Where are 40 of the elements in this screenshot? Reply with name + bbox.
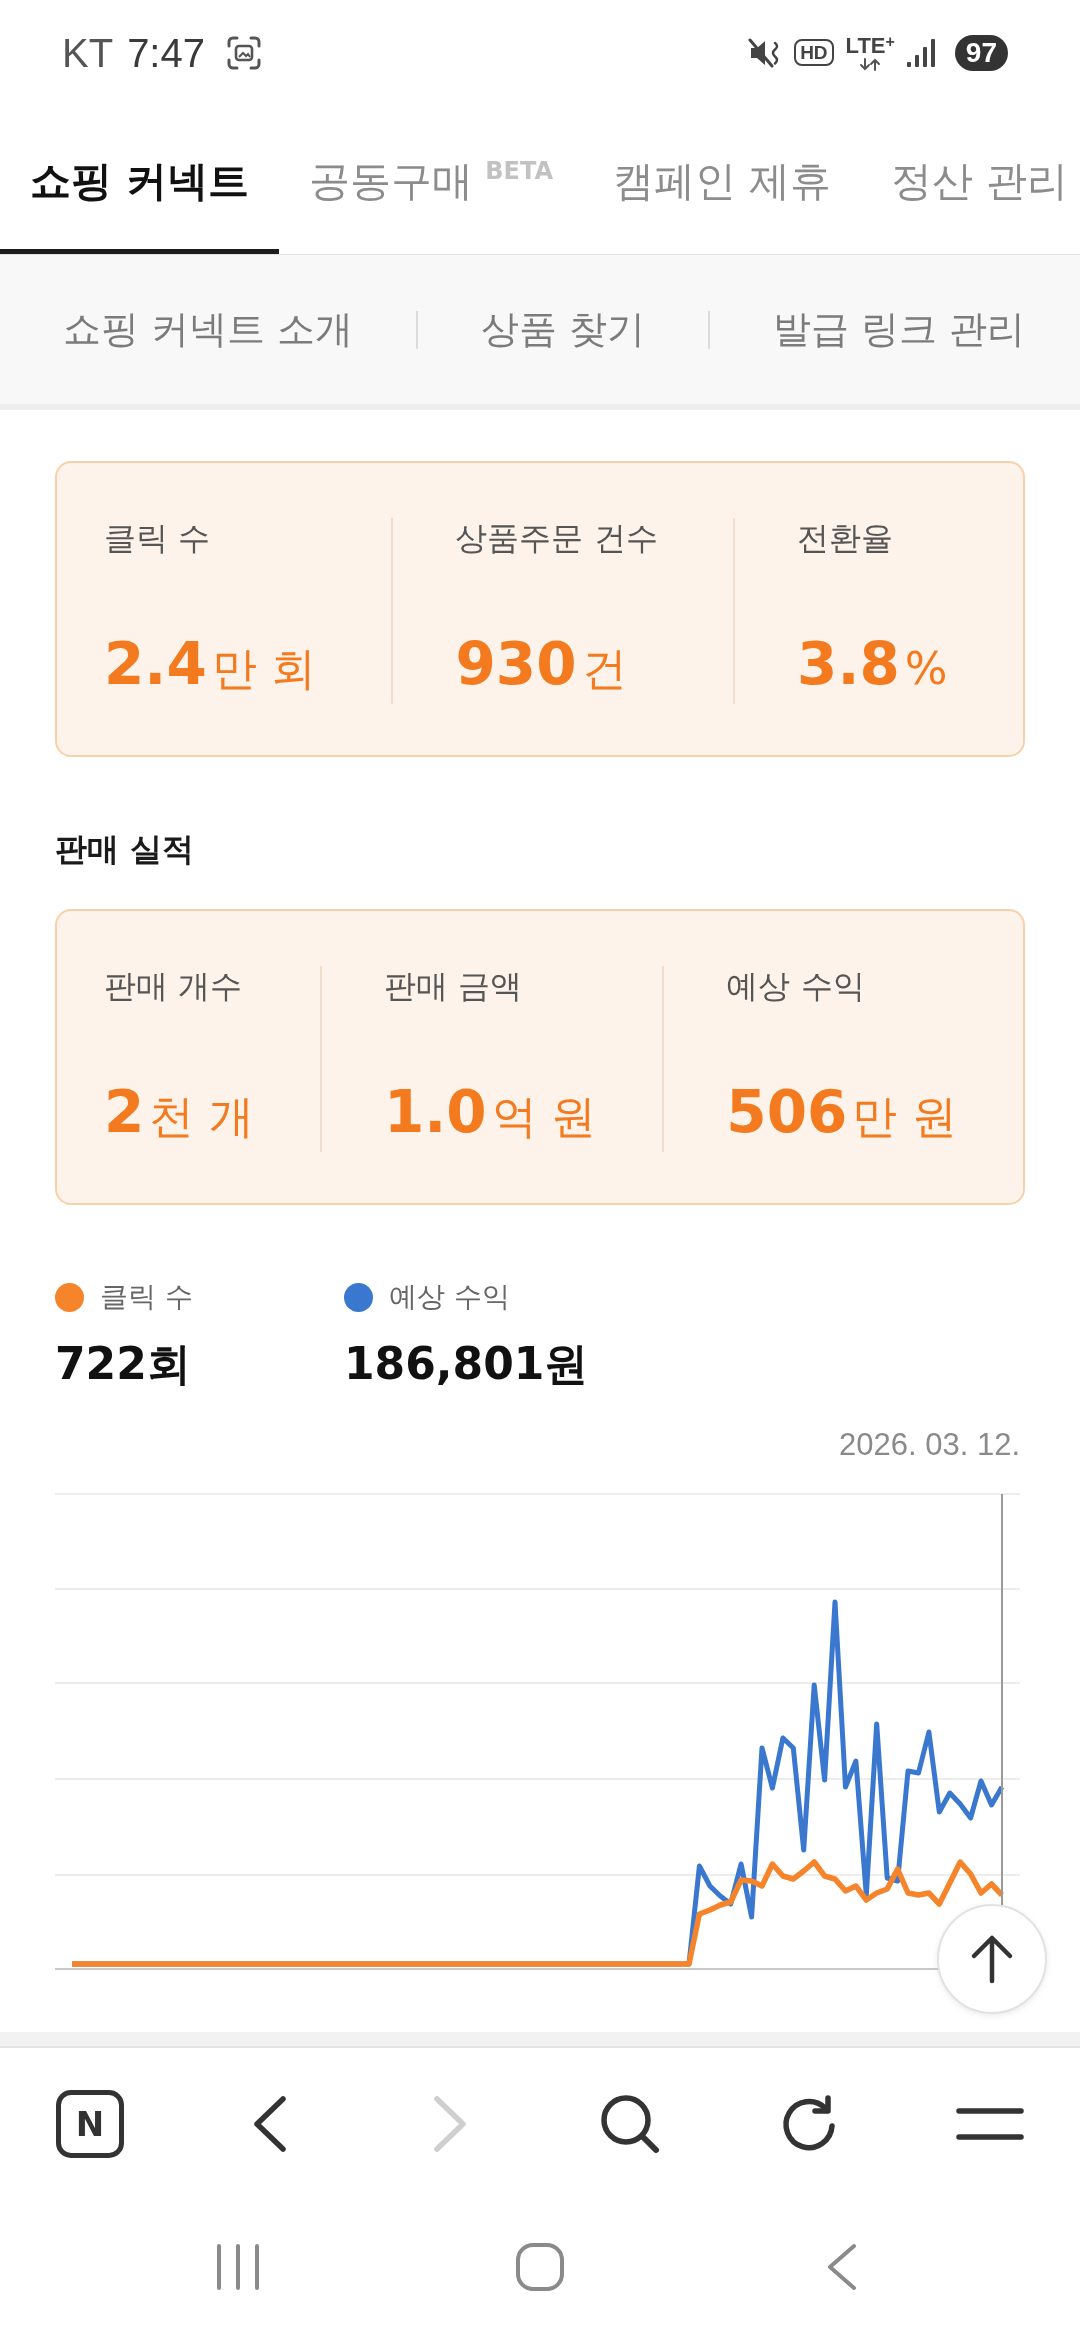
stat-label: 판매 금액 [383,966,523,1006]
back-icon[interactable] [826,2243,858,2291]
legend-value: 186,801원 [344,1337,589,1391]
screenshot-icon [227,35,261,70]
back-button[interactable] [252,2095,288,2153]
recent-apps-icon[interactable] [216,2244,260,2290]
sub-nav-link[interactable]: 상품 찾기 [418,304,709,355]
legend-label: 클릭 수 [100,1279,193,1315]
chart-date: 2026. 03. 12. [839,1426,1020,1464]
clock-time: 7:47 [127,32,205,73]
hd-indicator: HD [794,39,834,66]
stat-label: 전환율 [797,518,894,558]
menu-button[interactable] [956,2108,1024,2140]
stat-value: 3.8% [797,634,948,700]
battery-level: 97 [954,34,1008,71]
home-icon[interactable] [516,2243,564,2291]
up-arrow-icon [970,1934,1014,1984]
search-button[interactable] [599,2093,661,2155]
tab[interactable]: 캠페인 제휴 [583,105,862,254]
data-arrows-icon [859,57,882,71]
legend-label: 예상 수익 [389,1279,510,1315]
tab[interactable]: 정산 관리 [861,105,1080,254]
stat-label: 판매 개수 [104,966,243,1006]
tab[interactable]: 공동구매 $^{BETA}$ [279,105,584,254]
carrier-name: KT [62,32,114,73]
network-type: LTE$^{+}$ [845,34,895,57]
menu-icon [956,2108,1024,2140]
stat-label: 예상 수익 [726,966,865,1006]
stat-label: 상품주문 건수 [455,518,658,558]
legend-value: 722회 [55,1337,191,1391]
search-icon [599,2093,661,2155]
signal-icon [906,37,937,68]
section-title: 판매 실적 [55,829,195,869]
stat-label: 클릭 수 [104,518,211,558]
beta-label: BETA [485,156,554,185]
sub-nav-link[interactable]: 쇼핑 커넥트 소개 [0,304,417,355]
chevron-left-icon [252,2095,288,2153]
chevron-right-icon [432,2095,468,2153]
home-button[interactable]: N [56,2090,124,2158]
sub-nav-link[interactable]: 발급 링크 관리 [710,304,1080,355]
